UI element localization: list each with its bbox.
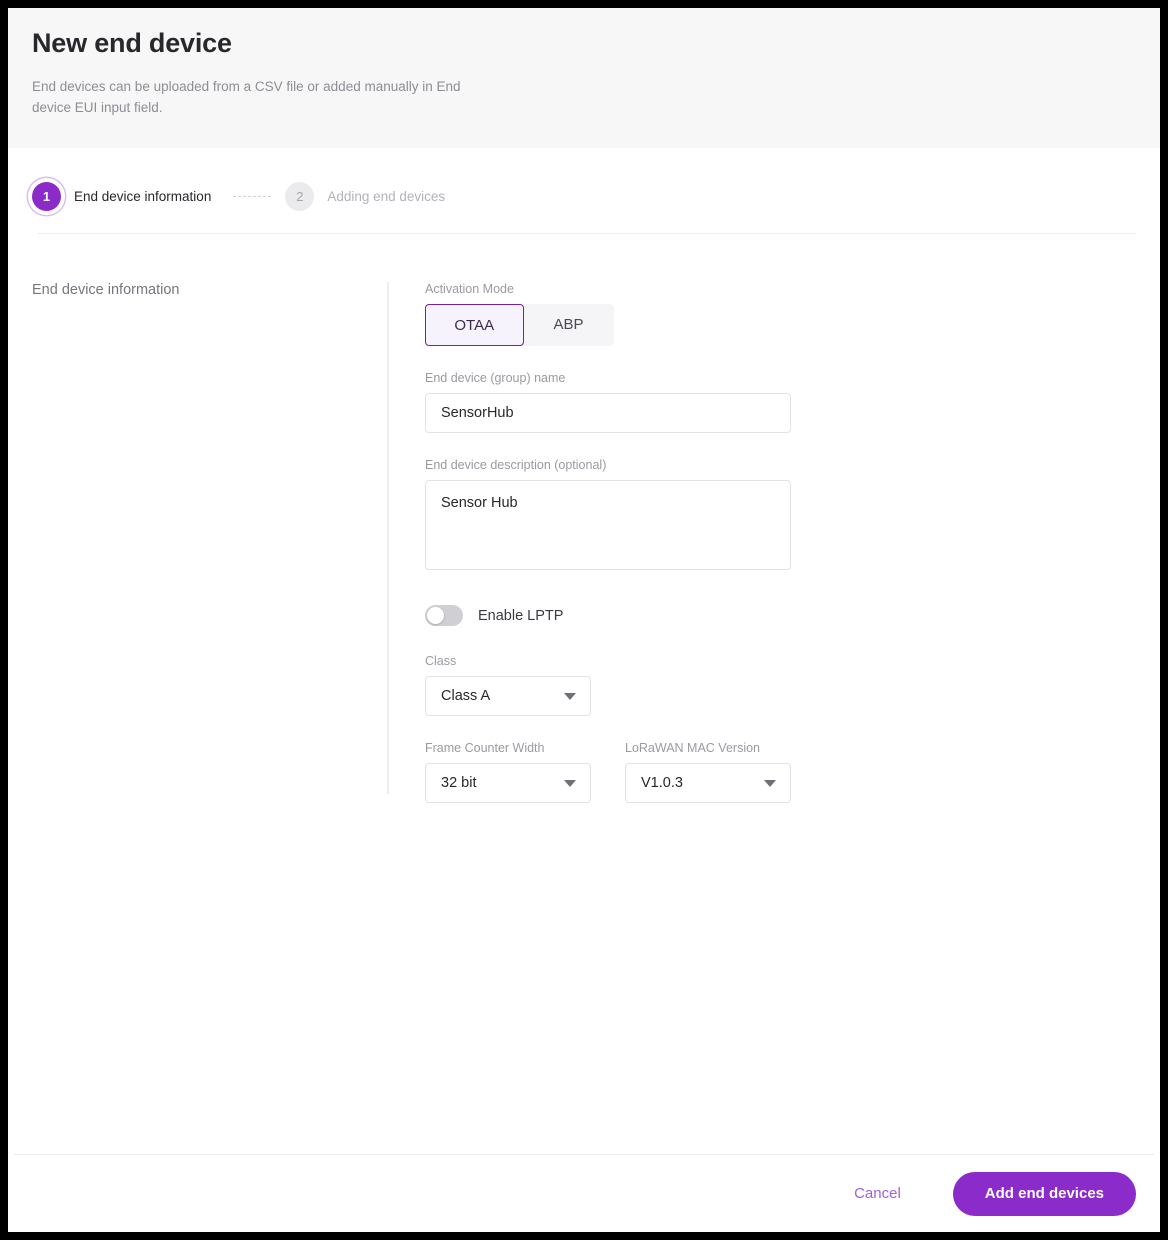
form-section-pane: End device information bbox=[8, 282, 387, 1154]
step-1-label: End device information bbox=[74, 188, 212, 204]
dialog-footer: Cancel Add end devices bbox=[14, 1154, 1154, 1232]
chevron-down-icon bbox=[564, 780, 576, 787]
step-2-bullet: 2 bbox=[285, 181, 315, 211]
chevron-down-icon bbox=[764, 780, 776, 787]
dialog-header: New end device End devices can be upload… bbox=[8, 8, 1160, 148]
lorawan-mac-version-value: V1.0.3 bbox=[641, 775, 683, 791]
device-class-select[interactable]: Class A bbox=[425, 676, 591, 716]
frame-counter-width-label: Frame Counter Width bbox=[425, 741, 545, 755]
stepper-connector bbox=[233, 195, 272, 197]
add-end-devices-button[interactable]: Add end devices bbox=[952, 1171, 1136, 1216]
step-2-label: Adding end devices bbox=[327, 188, 446, 204]
frame-counter-width-value: 32 bit bbox=[441, 775, 477, 791]
stepper-step-1[interactable]: 1 End device information bbox=[32, 181, 212, 211]
dialog-body: End device information Activation Mode O… bbox=[8, 234, 1160, 1154]
stepper-track: 1 End device information 2 Adding end de… bbox=[32, 174, 1136, 218]
activation-mode-option-abp[interactable]: ABP bbox=[524, 304, 614, 346]
activation-mode-label: Activation Mode bbox=[425, 282, 514, 296]
device-description-field: End device description (optional) bbox=[425, 458, 1160, 575]
enable-lptp-toggle[interactable] bbox=[425, 605, 463, 626]
toggle-knob bbox=[427, 607, 444, 624]
device-class-field: Class Class A bbox=[425, 654, 1160, 716]
step-1-bullet: 1 bbox=[32, 181, 61, 211]
device-class-label: Class bbox=[425, 654, 457, 668]
lorawan-mac-version-field: LoRaWAN MAC Version V1.0.3 bbox=[625, 741, 791, 803]
activation-mode-field: Activation Mode OTAA ABP bbox=[425, 282, 1160, 346]
wizard-stepper: 1 End device information 2 Adding end de… bbox=[8, 148, 1160, 234]
device-name-input[interactable] bbox=[425, 393, 791, 433]
stepper-step-2[interactable]: 2 Adding end devices bbox=[285, 181, 446, 211]
chevron-down-icon bbox=[564, 693, 576, 700]
device-class-value: Class A bbox=[441, 688, 491, 704]
page-title: New end device bbox=[32, 28, 232, 58]
activation-mode-option-otaa[interactable]: OTAA bbox=[425, 304, 524, 346]
form-section-title: End device information bbox=[32, 282, 180, 298]
frame-counter-mac-version-row: Frame Counter Width 32 bit LoRaWAN MAC V… bbox=[425, 741, 1160, 803]
page-description: End devices can be uploaded from a CSV f… bbox=[32, 79, 461, 115]
device-name-field: End device (group) name bbox=[425, 371, 1160, 433]
frame-counter-width-select[interactable]: 32 bit bbox=[425, 763, 591, 803]
lorawan-mac-version-select[interactable]: V1.0.3 bbox=[625, 763, 791, 803]
frame-counter-width-field: Frame Counter Width 32 bit bbox=[425, 741, 591, 803]
device-description-label: End device description (optional) bbox=[425, 458, 607, 472]
activation-mode-segmented-control: OTAA ABP bbox=[425, 304, 614, 346]
device-name-label: End device (group) name bbox=[425, 371, 566, 385]
device-description-textarea[interactable] bbox=[425, 480, 791, 570]
lorawan-mac-version-label: LoRaWAN MAC Version bbox=[625, 741, 760, 755]
new-end-device-dialog: New end device End devices can be upload… bbox=[8, 8, 1160, 1232]
cancel-button[interactable]: Cancel bbox=[840, 1177, 915, 1210]
enable-lptp-label: Enable LPTP bbox=[478, 607, 564, 624]
enable-lptp-field: Enable LPTP bbox=[425, 605, 1160, 626]
form-fields-pane: Activation Mode OTAA ABP End device (gro… bbox=[389, 282, 1160, 1154]
